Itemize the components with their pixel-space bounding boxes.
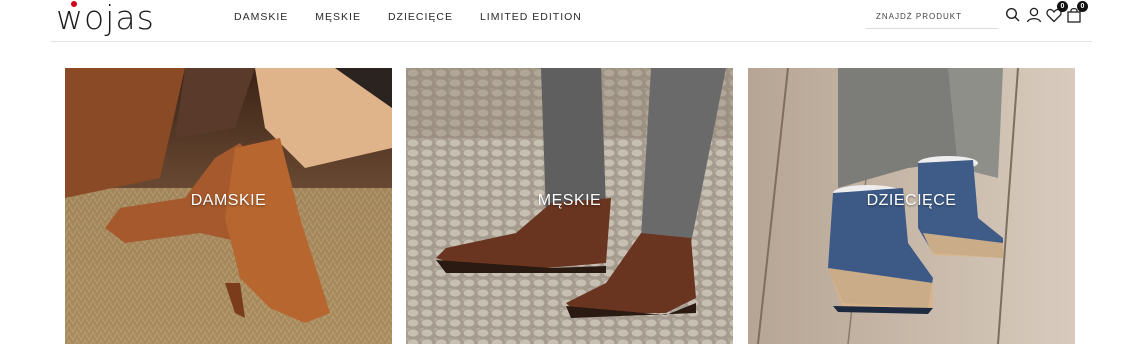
tile-label-meskie: MĘSKIE (537, 192, 602, 209)
nav-item-limited-edition[interactable]: LIMITED EDITION (480, 10, 582, 24)
nav-item-dzieciece[interactable]: DZIECIĘCE (388, 10, 453, 24)
main-nav: DAMSKIE MĘSKIE DZIECIĘCE LIMITED EDITION (234, 10, 609, 24)
category-tile-damskie[interactable]: DAMSKIE (65, 68, 392, 344)
site-header: wojas DAMSKIE MĘSKIE DZIECIĘCE LIMITED E… (0, 0, 1140, 42)
tile-label-damskie: DAMSKIE (190, 192, 267, 209)
cart-bag-icon[interactable]: 0 (1065, 1, 1088, 26)
search-icon[interactable] (1004, 6, 1022, 26)
nav-item-damskie[interactable]: DAMSKIE (234, 10, 288, 24)
category-tile-meskie[interactable]: MĘSKIE (406, 68, 733, 344)
category-tile-dzieciece[interactable]: DZIECIĘCE (748, 68, 1075, 344)
nav-item-meskie[interactable]: MĘSKIE (315, 10, 361, 24)
search-box (866, 6, 1004, 29)
user-icon[interactable] (1025, 6, 1043, 26)
wishlist-heart-icon[interactable]: 0 (1045, 1, 1068, 26)
cart-count-badge: 0 (1077, 1, 1088, 12)
header-divider (50, 41, 1092, 42)
search-input[interactable] (866, 6, 1004, 27)
logo-accent-dot (71, 1, 77, 7)
tile-label-dzieciece: DZIECIĘCE (866, 192, 957, 209)
